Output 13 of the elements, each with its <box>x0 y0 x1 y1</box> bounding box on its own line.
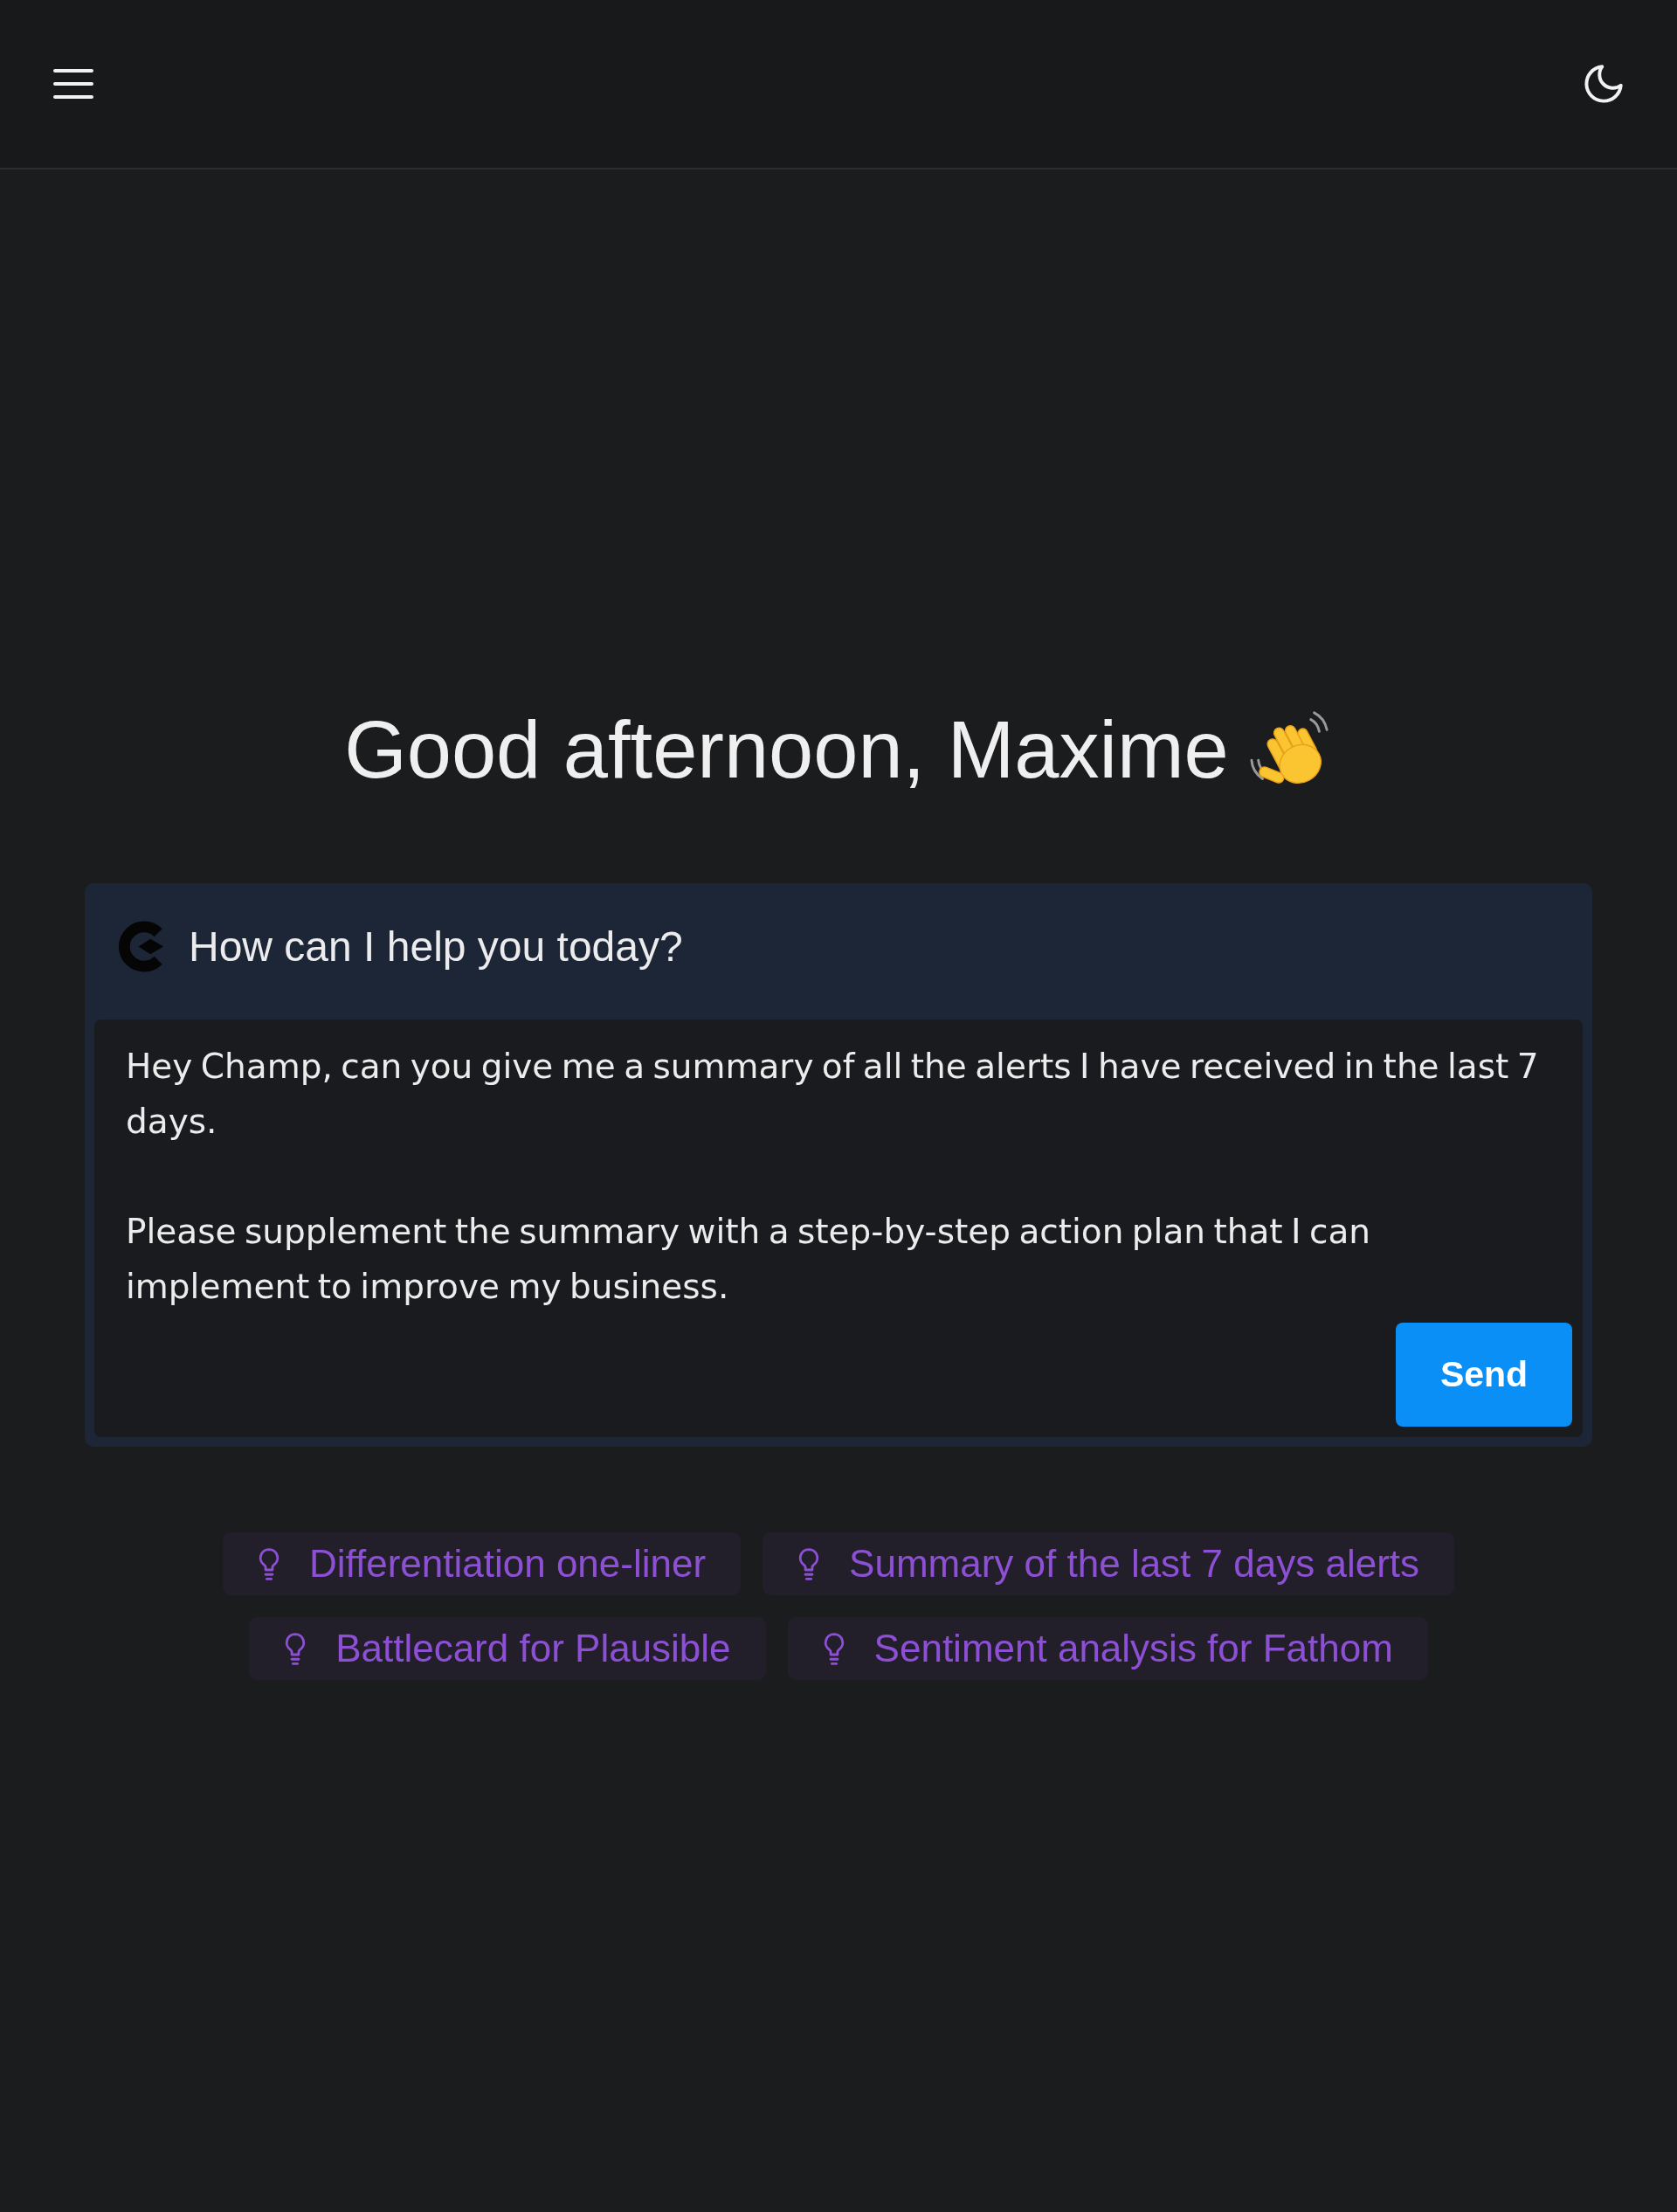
lightbulb-icon <box>284 1631 307 1666</box>
moon-icon[interactable] <box>1584 64 1624 104</box>
prompt-title: How can I help you today? <box>189 922 683 971</box>
suggestion-chip[interactable]: Sentiment analysis for Fathom <box>787 1617 1428 1680</box>
suggestion-chip[interactable]: Differentiation one-liner <box>222 1532 742 1595</box>
lightbulb-icon <box>257 1546 280 1581</box>
lightbulb-icon <box>797 1546 821 1581</box>
greeting-heading: Good afternoon, Maxime <box>344 704 1229 796</box>
suggestion-chip[interactable]: Battlecard for Plausible <box>249 1617 766 1680</box>
menu-icon[interactable] <box>53 69 93 99</box>
lightbulb-icon <box>822 1631 845 1666</box>
suggestion-chip[interactable]: Summary of the last 7 days alerts <box>763 1532 1455 1595</box>
send-button[interactable]: Send <box>1396 1323 1572 1427</box>
